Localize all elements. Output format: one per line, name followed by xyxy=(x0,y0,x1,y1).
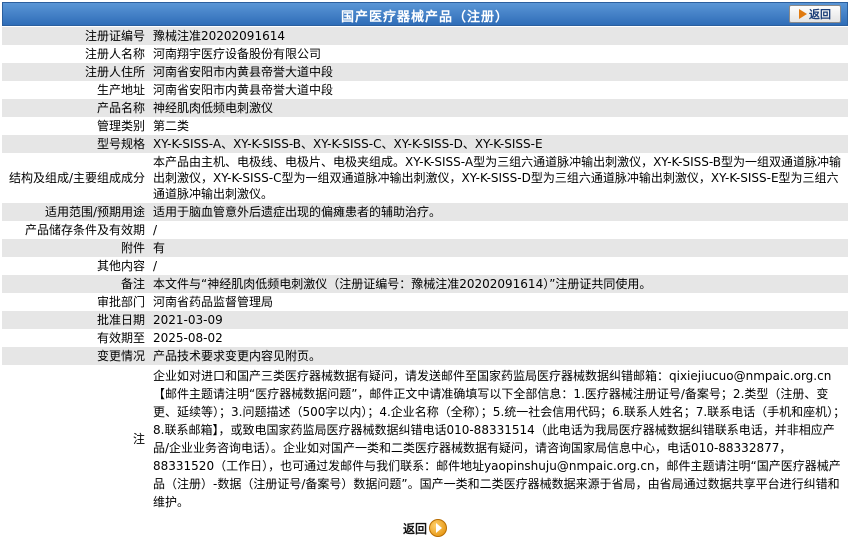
field-value: / xyxy=(151,221,848,239)
page-title: 国产医疗器械产品（注册） xyxy=(340,10,509,25)
field-value: 第二类 xyxy=(151,117,848,135)
field-value: 适用于脑血管意外后遗症出现的偏瘫患者的辅助治疗。 xyxy=(151,203,848,221)
product-info-table: 注册证编号 豫械注准20202091614 注册人名称 河南翔宇医疗设备股份有限… xyxy=(2,27,848,513)
field-value: 河南省安阳市内黄县帝誉大道中段 xyxy=(151,63,848,81)
table-row: 其他内容 / xyxy=(2,257,848,275)
table-row: 注册证编号 豫械注准20202091614 xyxy=(2,27,848,45)
table-row: 变更情况 产品技术要求变更内容见附页。 xyxy=(2,347,848,365)
table-row: 管理类别 第二类 xyxy=(2,117,848,135)
back-button-bottom-label: 返回 xyxy=(402,521,427,536)
table-row: 生产地址 河南省安阳市内黄县帝誉大道中段 xyxy=(2,81,848,99)
title-bar: 国产医疗器械产品（注册） 返回 xyxy=(2,2,848,26)
arrow-right-icon xyxy=(799,9,807,19)
field-label: 管理类别 xyxy=(2,117,151,135)
field-label: 变更情况 xyxy=(2,347,151,365)
field-label: 型号规格 xyxy=(2,135,151,153)
back-button-top[interactable]: 返回 xyxy=(789,5,841,23)
field-label: 其他内容 xyxy=(2,257,151,275)
field-label: 生产地址 xyxy=(2,81,151,99)
field-label: 批准日期 xyxy=(2,311,151,329)
field-value: 河南省药品监督管理局 xyxy=(151,293,848,311)
field-label: 适用范围/预期用途 xyxy=(2,203,151,221)
field-label: 结构及组成/主要组成成分 xyxy=(2,153,151,203)
field-label: 备注 xyxy=(2,275,151,293)
table-row: 批准日期 2021-03-09 xyxy=(2,311,848,329)
field-label: 审批部门 xyxy=(2,293,151,311)
table-row: 注 企业如对进口和国产三类医疗器械数据有疑问，请发送邮件至国家药监局医疗器械数据… xyxy=(2,365,848,513)
field-value: 有 xyxy=(151,239,848,257)
table-row: 审批部门 河南省药品监督管理局 xyxy=(2,293,848,311)
table-row: 附件 有 xyxy=(2,239,848,257)
back-button-bottom[interactable]: 返回 xyxy=(403,519,447,537)
field-value: 产品技术要求变更内容见附页。 xyxy=(151,347,848,365)
field-label: 有效期至 xyxy=(2,329,151,347)
table-row: 有效期至 2025-08-02 xyxy=(2,329,848,347)
field-label: 产品名称 xyxy=(2,99,151,117)
field-value: 本产品由主机、电极线、电极片、电极夹组成。XY-K-SISS-A型为三组六通道脉… xyxy=(151,153,848,203)
footer: 返回 xyxy=(0,513,850,543)
field-value: 2021-03-09 xyxy=(151,311,848,329)
back-button-top-label: 返回 xyxy=(809,8,831,21)
field-label: 注册证编号 xyxy=(2,27,151,45)
table-row: 注册人名称 河南翔宇医疗设备股份有限公司 xyxy=(2,45,848,63)
table-row: 适用范围/预期用途 适用于脑血管意外后遗症出现的偏瘫患者的辅助治疗。 xyxy=(2,203,848,221)
table-row: 产品名称 神经肌肉低频电刺激仪 xyxy=(2,99,848,117)
field-value: 神经肌肉低频电刺激仪 xyxy=(151,99,848,117)
field-value: 企业如对进口和国产三类医疗器械数据有疑问，请发送邮件至国家药监局医疗器械数据纠错… xyxy=(151,365,848,513)
table-row: 结构及组成/主要组成成分 本产品由主机、电极线、电极片、电极夹组成。XY-K-S… xyxy=(2,153,848,203)
field-value: 河南翔宇医疗设备股份有限公司 xyxy=(151,45,848,63)
table-row: 备注 本文件与“神经肌肉低频电刺激仪（注册证编号：豫械注准20202091614… xyxy=(2,275,848,293)
field-label: 附件 xyxy=(2,239,151,257)
field-value: 河南省安阳市内黄县帝誉大道中段 xyxy=(151,81,848,99)
page: 国产医疗器械产品（注册） 返回 注册证编号 豫械注准20202091614 注册… xyxy=(0,0,850,543)
field-value: XY-K-SISS-A、XY-K-SISS-B、XY-K-SISS-C、XY-K… xyxy=(151,135,848,153)
field-value: 豫械注准20202091614 xyxy=(151,27,848,45)
field-value: 2025-08-02 xyxy=(151,329,848,347)
field-label: 产品储存条件及有效期 xyxy=(2,221,151,239)
field-label: 注册人住所 xyxy=(2,63,151,81)
table-row: 型号规格 XY-K-SISS-A、XY-K-SISS-B、XY-K-SISS-C… xyxy=(2,135,848,153)
field-label: 注册人名称 xyxy=(2,45,151,63)
field-value: / xyxy=(151,257,848,275)
circle-arrow-icon xyxy=(429,519,447,537)
table-row: 产品储存条件及有效期 / xyxy=(2,221,848,239)
table-row: 注册人住所 河南省安阳市内黄县帝誉大道中段 xyxy=(2,63,848,81)
field-label: 注 xyxy=(2,365,151,513)
field-value: 本文件与“神经肌肉低频电刺激仪（注册证编号：豫械注准20202091614）”注… xyxy=(151,275,848,293)
